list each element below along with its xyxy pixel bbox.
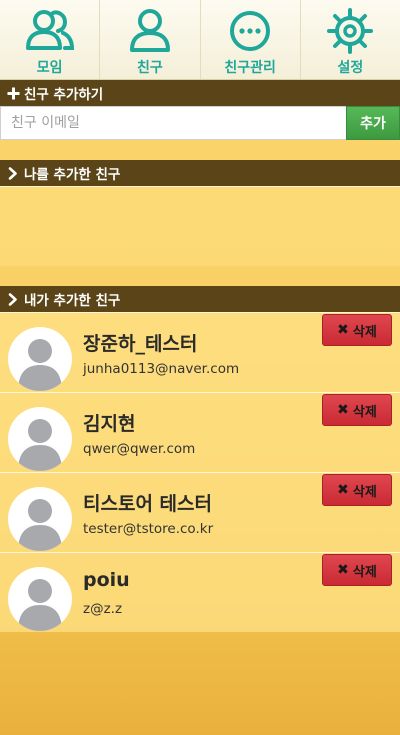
avatar	[8, 407, 72, 471]
top-navigation: 모임 친구 친구관리 설정	[0, 0, 400, 80]
friend-email: junha0113@naver.com	[83, 361, 240, 377]
friend-row[interactable]: 김지현 qwer@qwer.com ✖ 삭제	[0, 392, 400, 472]
gear-icon	[325, 6, 375, 56]
delete-friend-button[interactable]: ✖ 삭제	[322, 554, 392, 586]
friend-row[interactable]: poiu z@z.z ✖ 삭제	[0, 552, 400, 632]
tab-group-label: 모임	[36, 60, 63, 76]
tab-friend-management[interactable]: 친구관리	[201, 0, 301, 79]
friend-email: qwer@qwer.com	[83, 441, 196, 457]
friend-name: 장준하_테스터	[83, 333, 198, 355]
tab-friends-label: 친구	[136, 60, 163, 76]
close-icon: ✖	[337, 402, 349, 418]
add-friend-header: 친구 추가하기	[0, 80, 400, 106]
added-me-list	[0, 186, 400, 266]
friend-email: tester@tstore.co.kr	[83, 521, 214, 537]
delete-friend-button[interactable]: ✖ 삭제	[322, 474, 392, 506]
added-me-header[interactable]: 나를 추가한 친구	[0, 160, 400, 186]
avatar	[8, 327, 72, 391]
friend-email-input[interactable]	[0, 106, 346, 140]
tab-friends[interactable]: 친구	[100, 0, 201, 79]
delete-label: 삭제	[352, 484, 377, 500]
delete-label: 삭제	[352, 404, 377, 420]
add-friend-title: 친구 추가하기	[24, 87, 104, 103]
delete-friend-button[interactable]: ✖ 삭제	[322, 314, 392, 346]
delete-label: 삭제	[352, 324, 377, 340]
more-circle-icon	[225, 6, 275, 56]
add-friend-button[interactable]: 추가	[346, 106, 400, 140]
friend-row[interactable]: 티스토어 테스터 tester@tstore.co.kr ✖ 삭제	[0, 472, 400, 552]
chevron-right-icon	[6, 166, 20, 180]
added-me-title: 나를 추가한 친구	[24, 167, 121, 183]
my-friends-list: 장준하_테스터 junha0113@naver.com ✖ 삭제 김지현 qwe…	[0, 312, 400, 632]
tab-group[interactable]: 모임	[0, 0, 101, 79]
delete-friend-button[interactable]: ✖ 삭제	[322, 394, 392, 426]
chevron-right-icon	[6, 292, 20, 306]
close-icon: ✖	[337, 482, 349, 498]
tab-settings-label: 설정	[337, 60, 364, 76]
avatar	[8, 487, 72, 551]
close-icon: ✖	[337, 322, 349, 338]
delete-label: 삭제	[352, 564, 377, 580]
my-friends-title: 내가 추가한 친구	[24, 293, 121, 309]
avatar	[8, 567, 72, 631]
friend-name: 김지현	[83, 413, 136, 435]
person-icon	[125, 6, 175, 56]
tab-settings[interactable]: 설정	[301, 0, 400, 79]
add-friend-form: 추가	[0, 106, 400, 140]
tab-friend-management-label: 친구관리	[224, 60, 276, 76]
friend-name: 티스토어 테스터	[83, 493, 212, 515]
plus-icon	[6, 86, 20, 100]
group-icon	[25, 6, 75, 56]
close-icon: ✖	[337, 562, 349, 578]
friend-email: z@z.z	[83, 601, 123, 617]
my-friends-header[interactable]: 내가 추가한 친구	[0, 286, 400, 312]
friend-name: poiu	[83, 569, 130, 591]
friend-row[interactable]: 장준하_테스터 junha0113@naver.com ✖ 삭제	[0, 312, 400, 392]
